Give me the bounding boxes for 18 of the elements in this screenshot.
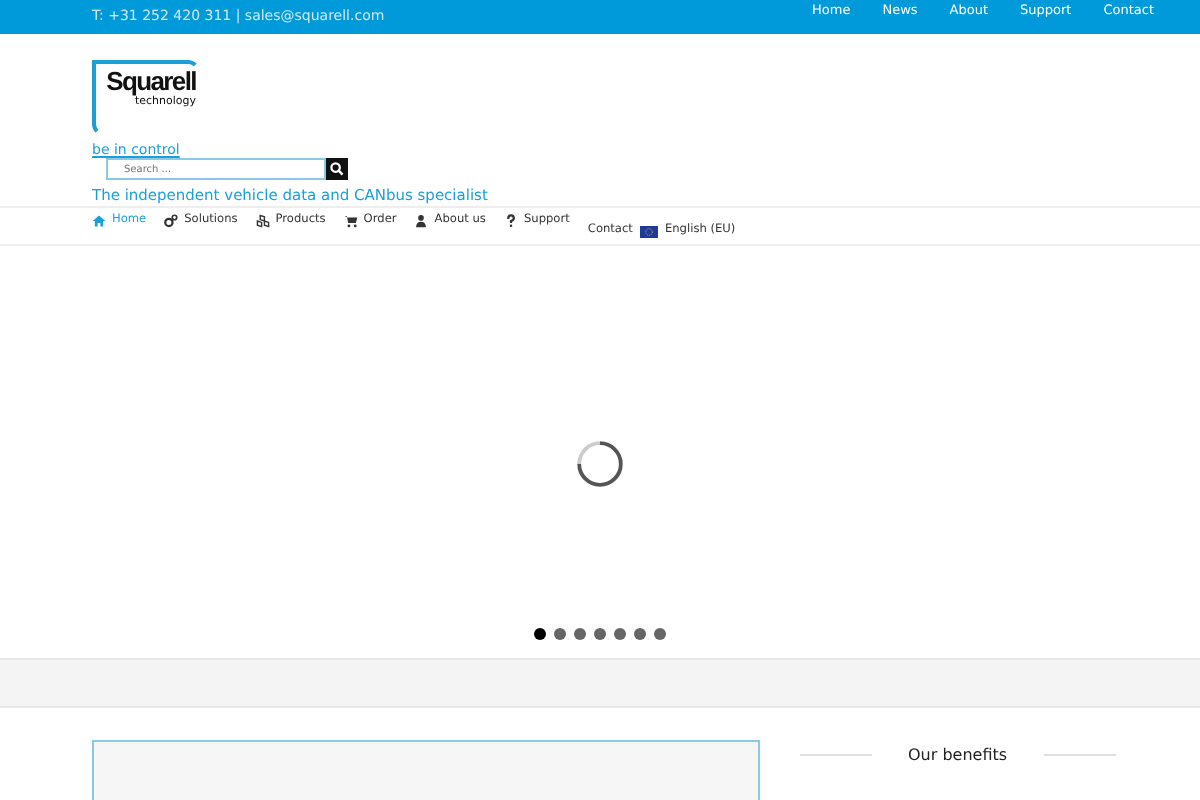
eu-flag-icon xyxy=(640,225,659,237)
slider-dot[interactable] xyxy=(594,628,606,640)
slider-dot[interactable] xyxy=(534,628,546,640)
gears-icon xyxy=(164,214,179,228)
slider-dot[interactable] xyxy=(574,628,586,640)
slider-dot[interactable] xyxy=(654,628,666,640)
sidebar-title: Our benefits xyxy=(908,745,1008,763)
search-button[interactable] xyxy=(326,158,348,180)
loading-spinner-icon xyxy=(574,438,626,490)
user-icon xyxy=(414,214,429,228)
question-icon xyxy=(503,214,518,228)
slider-dot[interactable] xyxy=(634,628,646,640)
home-icon xyxy=(92,214,106,228)
slider-dot[interactable] xyxy=(614,628,626,640)
search-icon xyxy=(330,162,344,176)
cubes-icon xyxy=(255,214,270,228)
cart-icon xyxy=(343,214,358,228)
slider-dot[interactable] xyxy=(554,628,566,640)
